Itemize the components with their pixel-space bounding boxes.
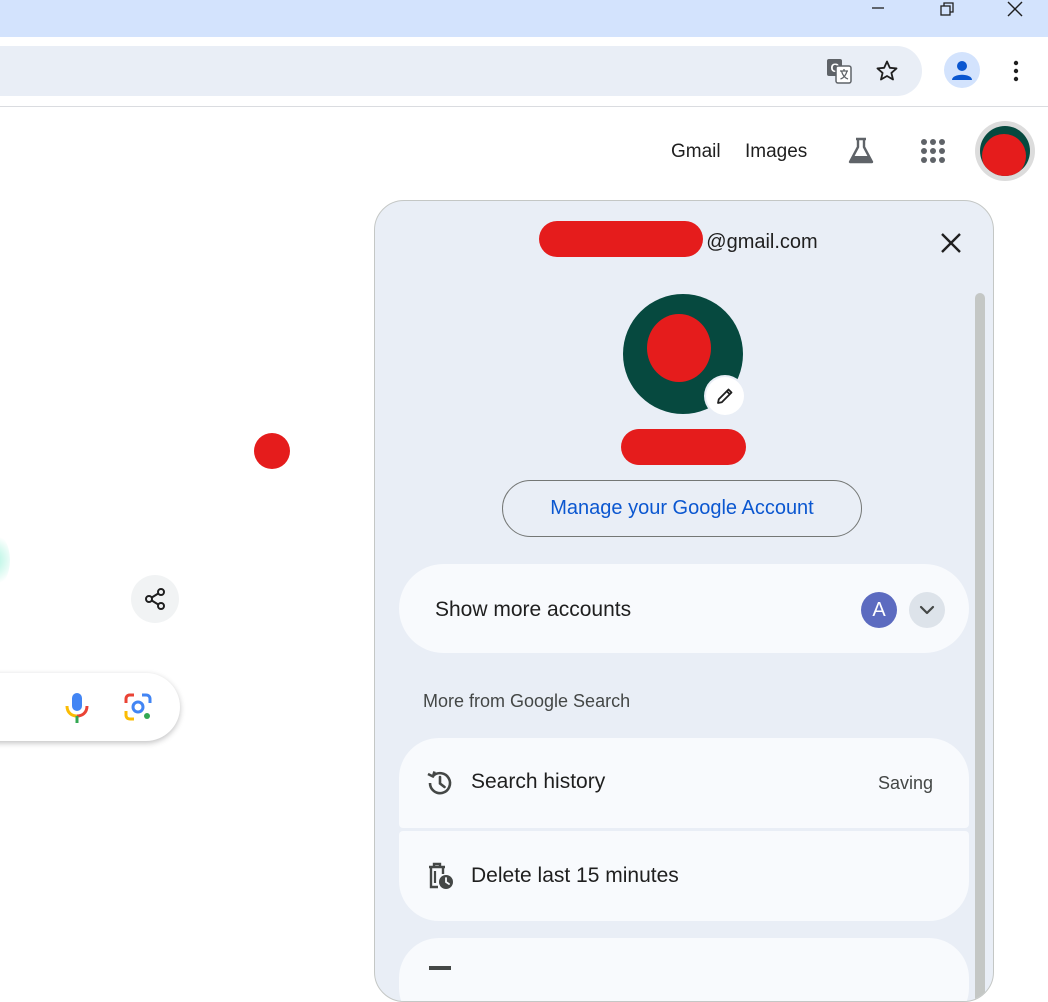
search-history-status: Saving — [877, 773, 933, 793]
delete-last-15-minutes-label: Delete last 15 minutes — [471, 864, 679, 887]
history-icon — [425, 768, 455, 798]
translate-button[interactable]: G — [821, 53, 857, 89]
browser-titlebar — [0, 0, 1048, 37]
next-menu-row[interactable] — [399, 938, 969, 1001]
gmail-link[interactable]: Gmail — [671, 141, 721, 163]
manage-account-button[interactable]: Manage your Google Account — [502, 480, 862, 537]
avatar[interactable] — [980, 126, 1030, 176]
flask-icon — [848, 137, 874, 164]
close-window-button[interactable] — [992, 0, 1038, 18]
redaction-mark — [254, 433, 290, 469]
google-apps-button[interactable] — [911, 129, 955, 173]
show-more-accounts-label: Show more accounts — [435, 598, 632, 621]
redaction-mark — [647, 314, 711, 382]
share-icon — [145, 588, 165, 610]
bookmark-button[interactable] — [869, 53, 905, 89]
row-icon-partial — [429, 966, 451, 970]
redaction-mark — [539, 221, 703, 257]
email-domain: @gmail.com — [706, 231, 818, 253]
translate-icon: G — [827, 59, 852, 84]
expand-accounts-button[interactable] — [909, 592, 945, 628]
search-history-label: Search history — [471, 770, 606, 793]
show-more-accounts-row[interactable]: Show more accounts A — [399, 564, 969, 653]
restore-button[interactable] — [923, 0, 969, 18]
panel-scrollbar[interactable] — [975, 293, 985, 1001]
search-box[interactable] — [0, 673, 180, 741]
redaction-mark — [982, 134, 1026, 176]
voice-search-button[interactable] — [62, 692, 92, 729]
delete-last-15-minutes-row[interactable]: Delete last 15 minutes — [399, 831, 969, 921]
more-vert-icon — [1013, 60, 1019, 82]
bookmark-star-icon — [876, 60, 898, 81]
search-history-row[interactable]: Search history Saving — [399, 738, 969, 828]
profile-button[interactable] — [944, 52, 980, 88]
account-panel: @gmail.com Manage your Google Account Sh… — [374, 200, 994, 1002]
close-icon — [941, 233, 961, 253]
edit-photo-button[interactable] — [706, 377, 744, 415]
profile-icon — [952, 61, 972, 80]
minimize-button[interactable] — [855, 0, 901, 18]
restore-icon — [940, 2, 954, 16]
share-button[interactable] — [131, 575, 179, 623]
browser-toolbar: G — [0, 37, 1048, 107]
browser-menu-button[interactable] — [998, 53, 1034, 89]
redaction-mark — [621, 429, 746, 465]
images-link[interactable]: Images — [745, 141, 807, 163]
labs-button[interactable] — [839, 129, 883, 173]
microphone-icon — [65, 693, 89, 723]
apps-grid-icon — [921, 139, 945, 163]
close-icon — [1007, 1, 1023, 17]
google-lens-icon — [124, 693, 152, 721]
delete-clock-icon — [425, 861, 455, 891]
minimize-icon — [872, 7, 884, 9]
close-panel-button[interactable] — [931, 223, 971, 263]
chevron-down-icon — [919, 605, 935, 615]
address-bar[interactable] — [0, 46, 922, 96]
pencil-icon — [717, 388, 733, 404]
section-title: More from Google Search — [423, 691, 631, 711]
other-account-avatar: A — [861, 592, 897, 628]
lens-search-button[interactable] — [123, 692, 153, 727]
doodle-glow — [0, 530, 10, 590]
